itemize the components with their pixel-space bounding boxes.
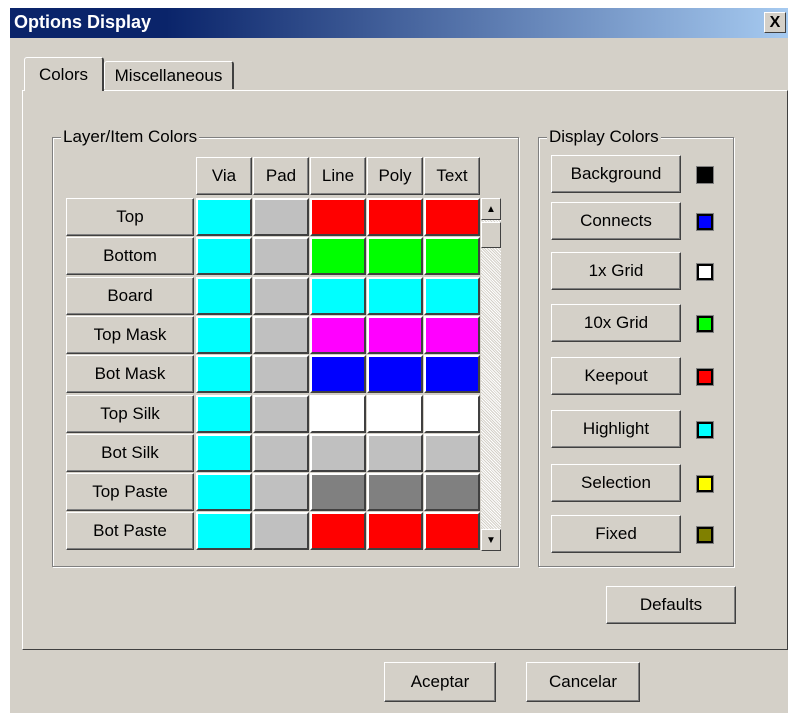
display-button-1x-grid[interactable]: 1x Grid: [551, 252, 681, 290]
color-cell-bot-silk-via[interactable]: [196, 434, 252, 472]
color-cell-top-paste-pad[interactable]: [253, 473, 309, 511]
color-cell-top-mask-via[interactable]: [196, 316, 252, 354]
color-cell-bottom-pad[interactable]: [253, 237, 309, 275]
layer-button-bot-silk[interactable]: Bot Silk: [66, 434, 194, 472]
cancel-button[interactable]: Cancelar: [526, 662, 640, 702]
column-header-text: Text: [424, 157, 480, 195]
display-button-selection[interactable]: Selection: [551, 464, 681, 502]
color-cell-top-paste-line[interactable]: [310, 473, 366, 511]
layer-button-top-mask[interactable]: Top Mask: [66, 316, 194, 354]
color-cell-bot-mask-pad[interactable]: [253, 355, 309, 393]
scroll-up-button[interactable]: ▲: [481, 198, 501, 220]
color-cell-top-silk-poly[interactable]: [367, 395, 423, 433]
color-cell-board-poly[interactable]: [367, 277, 423, 315]
display-button-10x-grid[interactable]: 10x Grid: [551, 304, 681, 342]
arrow-down-icon: ▼: [486, 534, 496, 546]
display-swatch-10x-grid: [696, 315, 714, 333]
display-button-background[interactable]: Background: [551, 155, 681, 193]
color-cell-bot-paste-pad[interactable]: [253, 512, 309, 550]
color-cell-bot-mask-text[interactable]: [424, 355, 480, 393]
color-cell-top-silk-via[interactable]: [196, 395, 252, 433]
color-cell-top-silk-text[interactable]: [424, 395, 480, 433]
display-swatch-keepout: [696, 368, 714, 386]
color-cell-board-line[interactable]: [310, 277, 366, 315]
color-cell-top-pad[interactable]: [253, 198, 309, 236]
layer-button-board[interactable]: Board: [66, 277, 194, 315]
defaults-button[interactable]: Defaults: [606, 586, 736, 624]
color-cell-board-via[interactable]: [196, 277, 252, 315]
display-colors-label: Display Colors: [547, 127, 661, 147]
layer-button-top[interactable]: Top: [66, 198, 194, 236]
grid-scrollbar[interactable]: [481, 198, 501, 551]
display-swatch-1x-grid: [696, 263, 714, 281]
color-cell-top-text[interactable]: [424, 198, 480, 236]
color-cell-top-paste-via[interactable]: [196, 473, 252, 511]
display-swatch-highlight: [696, 421, 714, 439]
column-header-poly: Poly: [367, 157, 423, 195]
color-cell-bot-mask-poly[interactable]: [367, 355, 423, 393]
color-cell-bottom-poly[interactable]: [367, 237, 423, 275]
color-cell-bot-paste-via[interactable]: [196, 512, 252, 550]
color-cell-bot-mask-line[interactable]: [310, 355, 366, 393]
color-cell-board-pad[interactable]: [253, 277, 309, 315]
scroll-thumb[interactable]: [481, 222, 501, 248]
color-cell-top-paste-text[interactable]: [424, 473, 480, 511]
color-cell-bot-mask-via[interactable]: [196, 355, 252, 393]
color-cell-top-line[interactable]: [310, 198, 366, 236]
layer-button-top-paste[interactable]: Top Paste: [66, 473, 194, 511]
layer-button-bot-mask[interactable]: Bot Mask: [66, 355, 194, 393]
color-cell-board-text[interactable]: [424, 277, 480, 315]
arrow-up-icon: ▲: [486, 203, 496, 215]
display-swatch-connects: [696, 213, 714, 231]
color-cell-bottom-text[interactable]: [424, 237, 480, 275]
color-cell-top-paste-poly[interactable]: [367, 473, 423, 511]
accept-button[interactable]: Aceptar: [384, 662, 496, 702]
tab-miscellaneous[interactable]: Miscellaneous: [104, 61, 234, 89]
color-cell-top-via[interactable]: [196, 198, 252, 236]
color-cell-top-silk-line[interactable]: [310, 395, 366, 433]
color-cell-top-poly[interactable]: [367, 198, 423, 236]
color-cell-top-mask-text[interactable]: [424, 316, 480, 354]
display-swatch-background: [696, 166, 714, 184]
layer-button-top-silk[interactable]: Top Silk: [66, 395, 194, 433]
layer-item-colors-label: Layer/Item Colors: [61, 127, 200, 147]
window-title: Options Display: [14, 12, 152, 32]
color-cell-top-mask-poly[interactable]: [367, 316, 423, 354]
color-cell-top-silk-pad[interactable]: [253, 395, 309, 433]
color-cell-bottom-via[interactable]: [196, 237, 252, 275]
color-cell-bot-silk-line[interactable]: [310, 434, 366, 472]
display-button-fixed[interactable]: Fixed: [551, 515, 681, 553]
layer-button-bottom[interactable]: Bottom: [66, 237, 194, 275]
column-header-pad: Pad: [253, 157, 309, 195]
display-swatch-selection: [696, 475, 714, 493]
color-cell-bot-paste-text[interactable]: [424, 512, 480, 550]
color-cell-bottom-line[interactable]: [310, 237, 366, 275]
display-button-highlight[interactable]: Highlight: [551, 410, 681, 448]
color-cell-bot-silk-text[interactable]: [424, 434, 480, 472]
color-cell-bot-paste-poly[interactable]: [367, 512, 423, 550]
color-cell-top-mask-pad[interactable]: [253, 316, 309, 354]
column-header-line: Line: [310, 157, 366, 195]
color-cell-bot-paste-line[interactable]: [310, 512, 366, 550]
title-bar: Options Display X: [10, 8, 788, 38]
scroll-down-button[interactable]: ▼: [481, 529, 501, 551]
display-button-connects[interactable]: Connects: [551, 202, 681, 240]
color-cell-bot-silk-pad[interactable]: [253, 434, 309, 472]
tab-colors[interactable]: Colors: [24, 57, 104, 91]
color-cell-bot-silk-poly[interactable]: [367, 434, 423, 472]
display-swatch-fixed: [696, 526, 714, 544]
column-header-via: Via: [196, 157, 252, 195]
close-button[interactable]: X: [764, 12, 786, 33]
display-button-keepout[interactable]: Keepout: [551, 357, 681, 395]
color-cell-top-mask-line[interactable]: [310, 316, 366, 354]
layer-button-bot-paste[interactable]: Bot Paste: [66, 512, 194, 550]
